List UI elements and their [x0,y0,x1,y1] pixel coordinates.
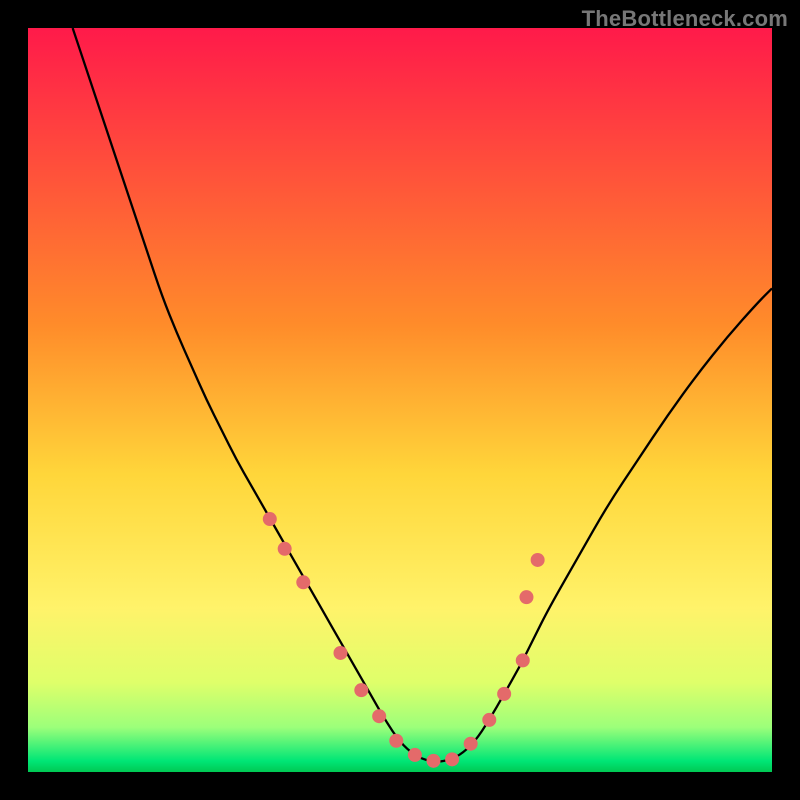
marker-point [408,748,422,762]
marker-point [263,512,277,526]
marker-point [354,683,368,697]
marker-point [531,553,545,567]
chart-svg [28,28,772,772]
gradient-background [28,28,772,772]
marker-point [445,752,459,766]
marker-point [333,646,347,660]
marker-point [296,575,310,589]
marker-point [464,737,478,751]
marker-point [389,734,403,748]
marker-point [497,687,511,701]
plot-area [28,28,772,772]
chart-container: TheBottleneck.com [0,0,800,800]
watermark-text: TheBottleneck.com [582,6,788,32]
marker-point [372,709,386,723]
marker-point [516,653,530,667]
marker-point [519,590,533,604]
marker-point [482,713,496,727]
marker-point [278,542,292,556]
marker-point [426,754,440,768]
